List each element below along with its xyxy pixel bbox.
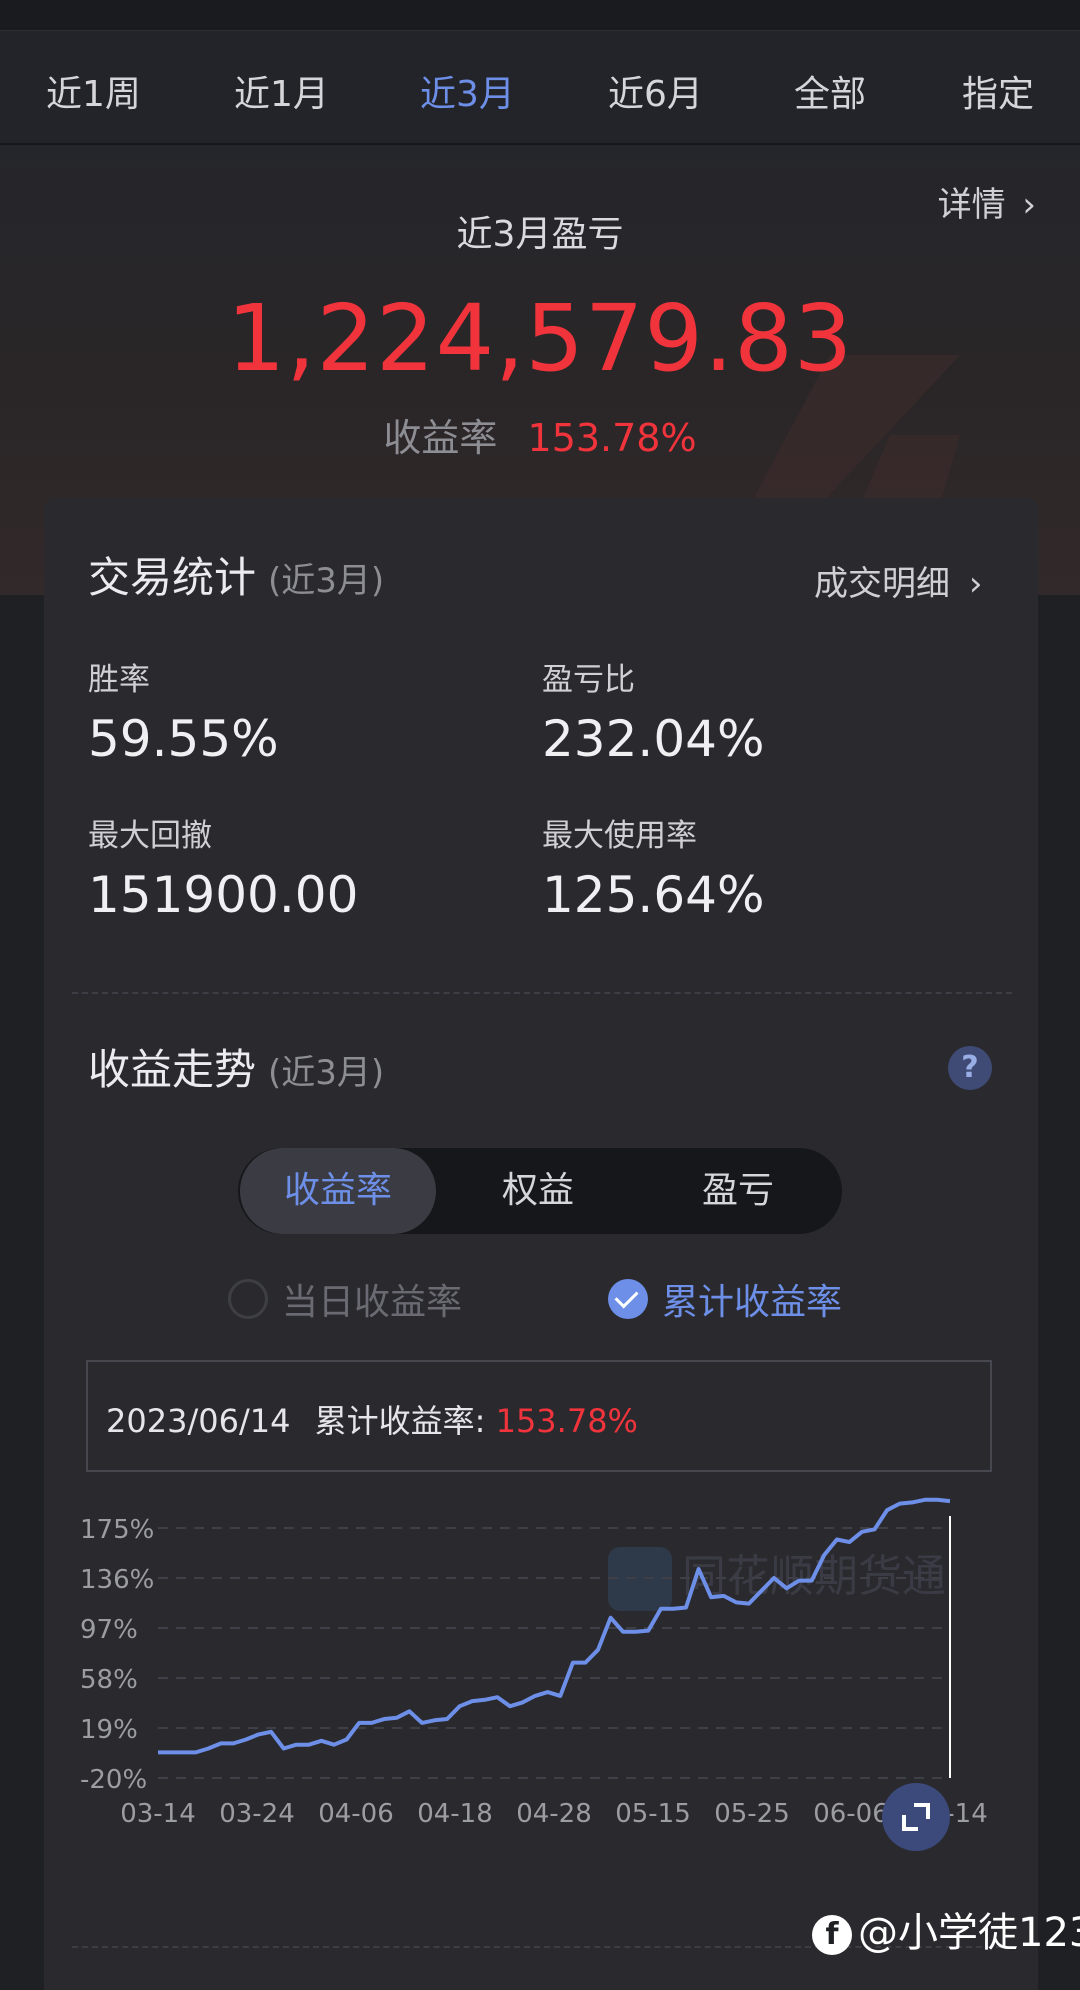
period-tabs: 近1周 近1月 近3月 近6月 全部 指定 [0,31,1080,155]
x-tick-label: 05-25 [714,1799,790,1829]
tooltip-label: 累计收益率: [314,1402,486,1440]
pnl-amount: 1,224,579.83 [226,285,854,392]
section-divider [72,992,1012,994]
win-rate-label: 胜率 [88,662,150,698]
checkmark-icon [608,1279,648,1319]
chart-tooltip: 2023/06/14 累计收益率: 153.78% [86,1360,992,1472]
radio-cumulative-return[interactable]: 累计收益率 [608,1273,842,1323]
y-tick-label: 136% [80,1565,154,1595]
status-strip [0,0,1080,31]
trend-title: 收益走势 (近3月) [88,1045,385,1094]
trade-stats-title: 交易统计 (近3月) [88,553,385,602]
x-tick-label: 06-06 [813,1799,889,1829]
trade-details-link[interactable]: 成交明细 › [814,556,982,605]
x-tick-label: 03-14 [120,1799,196,1829]
segment-equity[interactable]: 权益 [440,1148,636,1234]
return-rate: 收益率 153.78% [0,407,1080,462]
y-tick-label: 58% [80,1665,138,1695]
y-tick-label: 19% [80,1715,138,1745]
chevron-right-icon: › [968,564,983,604]
tab-1-month[interactable]: 近1月 [234,65,329,117]
x-tick-label: 04-18 [417,1799,493,1829]
profit-loss-ratio-value: 232.04% [542,710,765,768]
x-tick-label: 03-24 [219,1799,295,1829]
y-tick-label: -20% [80,1765,147,1795]
chart-mode-segment: 收益率 权益 盈亏 [238,1148,842,1234]
y-tick-label: 97% [80,1615,138,1645]
max-drawdown-label: 最大回撤 [88,818,212,854]
x-tick-label: 05-15 [615,1799,691,1829]
x-tick-label: 04-28 [516,1799,592,1829]
max-usage-label: 最大使用率 [542,818,697,854]
tab-all[interactable]: 全部 [794,65,866,117]
segment-pnl[interactable]: 盈亏 [640,1148,836,1234]
tab-1-week[interactable]: 近1周 [46,65,141,117]
pnl-title: 近3月盈亏 [456,214,624,255]
return-rate-value: 153.78% [527,416,697,460]
max-usage-value: 125.64% [542,866,765,924]
tooltip-value: 153.78% [495,1402,638,1440]
radio-unchecked-icon [228,1279,268,1319]
tab-custom[interactable]: 指定 [962,65,1034,117]
series-line [158,1497,951,1755]
tab-6-months[interactable]: 近6月 [608,65,703,117]
radio-daily-return[interactable]: 当日收益率 [228,1273,462,1323]
max-drawdown-value: 151900.00 [88,866,359,924]
expand-arrows-icon [902,1803,930,1831]
watermark-credit: f @小学徒123 [812,1900,1080,1958]
stats-card: 交易统计 (近3月) 成交明细 › 胜率 59.55% 盈亏比 232.04% 最… [44,498,1038,1990]
expand-icon[interactable] [882,1783,950,1851]
x-tick-label: 04-06 [318,1799,394,1829]
tab-3-months[interactable]: 近3月 [420,65,515,117]
tooltip-date: 2023/06/14 [106,1402,291,1440]
return-rate-label: 收益率 [383,416,498,460]
win-rate-value: 59.55% [88,710,279,768]
segment-return-rate[interactable]: 收益率 [240,1148,436,1234]
help-icon[interactable]: ? [948,1046,992,1090]
facebook-icon: f [812,1915,852,1955]
profit-loss-ratio-label: 盈亏比 [542,662,635,698]
y-tick-label: 175% [80,1515,154,1545]
